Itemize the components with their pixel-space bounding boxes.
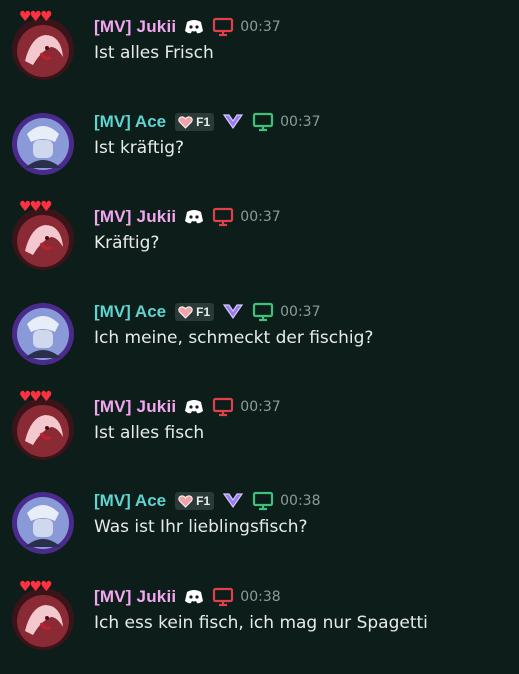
chat-message: [MV] Ace F1 00:37 Ist kräftig? [0, 109, 519, 199]
avatar[interactable] [11, 302, 75, 366]
discord-logo-icon [184, 399, 204, 415]
desktop-monitor-icon [252, 491, 274, 511]
chat-message: [MV] Ace F1 00:38 Was ist Ihr lieblingsf… [0, 488, 519, 578]
message-text: Ich ess kein fisch, ich mag nur Spagetti [94, 613, 428, 633]
nitro-chevron-icon [222, 112, 244, 132]
discord-logo-icon [184, 19, 204, 35]
timestamp: 00:38 [240, 589, 281, 605]
desktop-monitor-icon [212, 397, 234, 417]
hearts-icon: ♥♥♥ [19, 389, 53, 405]
desktop-monitor-icon [212, 587, 234, 607]
chat-message: ♥♥♥ [MV] Jukii 00:37 Ist alles fisch [0, 389, 519, 484]
hearts-icon: ♥♥♥ [19, 199, 53, 215]
avatar[interactable] [11, 491, 75, 555]
chat-message: ♥♥♥ [MV] Jukii 00:38 Ich ess kein fisch,… [0, 579, 519, 674]
avatar[interactable]: ♥♥♥ [11, 9, 75, 81]
hearts-icon: ♥♥♥ [19, 9, 53, 25]
author-name[interactable]: [MV] Jukii [94, 207, 176, 227]
author-name[interactable]: [MV] Ace [94, 112, 166, 132]
server-tag-badge[interactable]: F1 [175, 113, 215, 131]
message-text: Ist alles fisch [94, 423, 205, 443]
timestamp: 00:37 [240, 399, 281, 415]
server-tag-label: F1 [196, 305, 211, 319]
author-name[interactable]: [MV] Jukii [94, 587, 176, 607]
chat-message: ♥♥♥ [MV] Jukii 00:37 Kräftig? [0, 199, 519, 294]
timestamp: 00:37 [280, 114, 321, 130]
message-text: Was ist Ihr lieblingsfisch? [94, 517, 308, 537]
chat-message-list: ♥♥♥ [MV] Jukii 00:37 Ist alles Frisch [M… [0, 0, 519, 650]
avatar[interactable]: ♥♥♥ [11, 199, 75, 271]
server-tag-badge[interactable]: F1 [175, 492, 215, 510]
chat-message: ♥♥♥ [MV] Jukii 00:37 Ist alles Frisch [0, 9, 519, 104]
hearts-icon: ♥♥♥ [19, 579, 53, 595]
message-text: Ich meine, schmeckt der fischig? [94, 328, 374, 348]
timestamp: 00:37 [240, 19, 281, 35]
heart-icon [178, 305, 193, 319]
message-text: Kräftig? [94, 233, 160, 253]
server-tag-label: F1 [196, 115, 211, 129]
heart-icon [178, 115, 193, 129]
timestamp: 00:37 [280, 304, 321, 320]
avatar[interactable] [11, 112, 75, 176]
timestamp: 00:37 [240, 209, 281, 225]
desktop-monitor-icon [212, 207, 234, 227]
nitro-chevron-icon [222, 491, 244, 511]
message-text: Ist alles Frisch [94, 43, 214, 63]
discord-logo-icon [184, 589, 204, 605]
desktop-monitor-icon [212, 17, 234, 37]
server-tag-badge[interactable]: F1 [175, 303, 215, 321]
avatar[interactable]: ♥♥♥ [11, 389, 75, 461]
chat-message: [MV] Ace F1 00:37 Ich meine, schmeckt de… [0, 299, 519, 389]
discord-logo-icon [184, 209, 204, 225]
heart-icon [178, 494, 193, 508]
author-name[interactable]: [MV] Jukii [94, 17, 176, 37]
nitro-chevron-icon [222, 302, 244, 322]
server-tag-label: F1 [196, 494, 211, 508]
author-name[interactable]: [MV] Jukii [94, 397, 176, 417]
message-text: Ist kräftig? [94, 138, 185, 158]
desktop-monitor-icon [252, 302, 274, 322]
avatar[interactable]: ♥♥♥ [11, 579, 75, 651]
timestamp: 00:38 [280, 493, 321, 509]
author-name[interactable]: [MV] Ace [94, 302, 166, 322]
author-name[interactable]: [MV] Ace [94, 491, 166, 511]
desktop-monitor-icon [252, 112, 274, 132]
